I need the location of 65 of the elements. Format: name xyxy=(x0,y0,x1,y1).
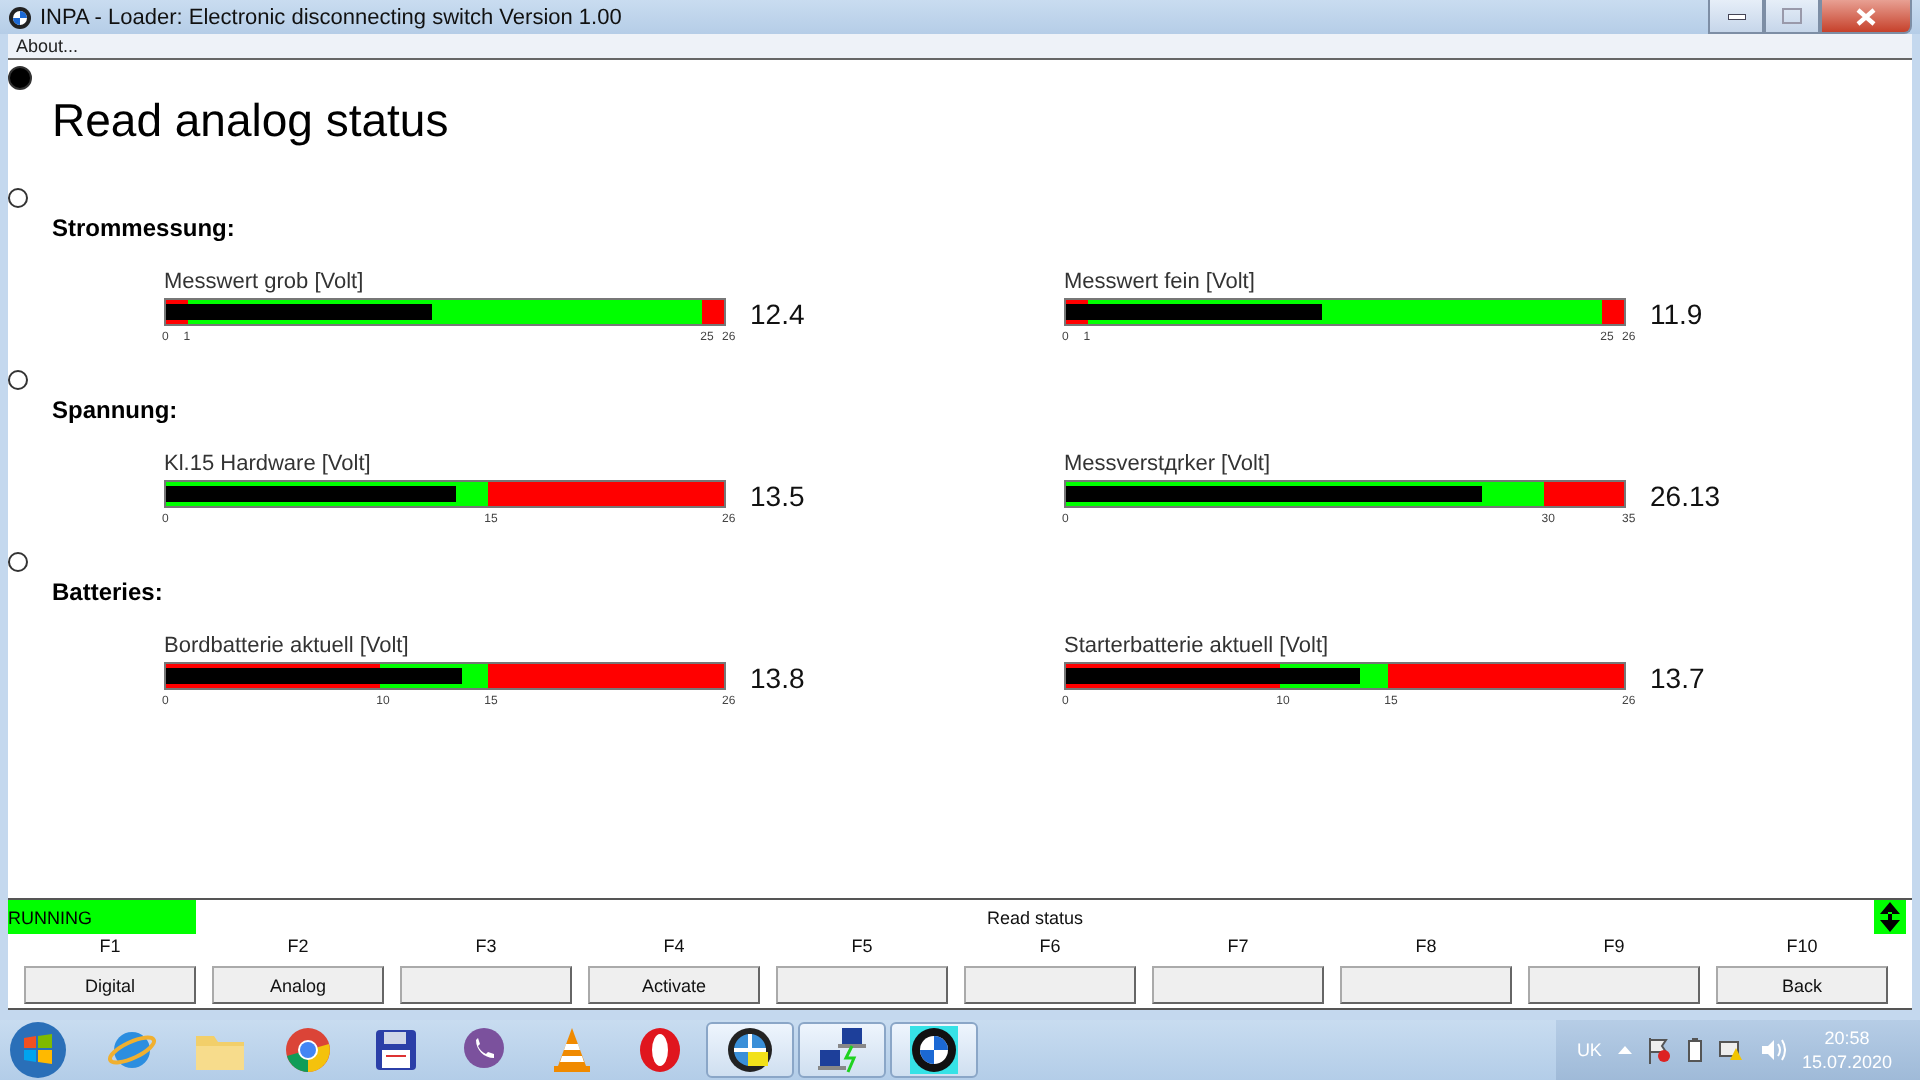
network-icon[interactable] xyxy=(816,1026,868,1074)
status-indicator: RUNNING xyxy=(8,900,196,934)
menu-item[interactable]: About... xyxy=(16,36,79,56)
function-button[interactable] xyxy=(1528,966,1700,1004)
wheel-icon[interactable] xyxy=(726,1026,774,1074)
function-button[interactable] xyxy=(1340,966,1512,1004)
ring-icon[interactable] xyxy=(638,1026,682,1074)
gauge-label: Starterbatterie aktuell [Volt] xyxy=(1064,634,1331,662)
function-button[interactable] xyxy=(776,966,948,1004)
section-title: Batteries: xyxy=(50,578,165,606)
gauge-label: Messwert grob [Volt] xyxy=(164,270,366,298)
function-button[interactable]: Analog xyxy=(212,966,384,1004)
function-key-label: F10 xyxy=(1784,934,1820,960)
function-key-label: F3 xyxy=(473,934,499,960)
function-button[interactable] xyxy=(400,966,572,1004)
status-message: Read status xyxy=(984,907,1086,927)
page-heading: Read analog status xyxy=(50,94,451,150)
function-button[interactable]: Activate xyxy=(588,966,760,1004)
function-key-label: F2 xyxy=(285,934,311,960)
function-key-label: F6 xyxy=(1037,934,1063,960)
radio-button[interactable] xyxy=(8,188,28,208)
maximize-icon xyxy=(1782,8,1802,24)
radio-button[interactable] xyxy=(8,370,28,390)
close-button[interactable] xyxy=(1820,0,1912,34)
function-button[interactable] xyxy=(1152,966,1324,1004)
up-down-arrow-icon[interactable] xyxy=(1874,900,1906,934)
taskbar-button[interactable] xyxy=(798,1022,886,1078)
close-icon xyxy=(1856,7,1876,25)
battery-icon[interactable] xyxy=(1687,1038,1702,1062)
radio-button[interactable] xyxy=(8,552,28,572)
section-title: Spannung: xyxy=(50,396,180,424)
network-icon[interactable] xyxy=(1717,1038,1744,1062)
window-title: INPA - Loader: Electronic disconnecting switch Version 1.00 xyxy=(40,5,624,29)
function-key-label: F7 xyxy=(1225,934,1251,960)
gauge-label: Bordbatterie aktuell [Volt] xyxy=(164,634,411,662)
phone-bubble-icon[interactable] xyxy=(460,1026,508,1074)
minimize-icon xyxy=(1727,13,1745,19)
function-button[interactable]: Digital xyxy=(24,966,196,1004)
gauge-label: Messwert fein [Volt] xyxy=(1064,270,1257,298)
gauge-reading: 12.4 xyxy=(750,298,807,330)
taskbar-button[interactable] xyxy=(890,1022,978,1078)
gauge-label: Kl.15 Hardware [Volt] xyxy=(164,452,373,480)
gauge-reading: 26.13 xyxy=(1650,480,1723,512)
radio-button[interactable] xyxy=(8,66,32,90)
function-key-label: F4 xyxy=(661,934,687,960)
function-button[interactable]: Back xyxy=(1716,966,1888,1004)
gauge-reading: 13.8 xyxy=(750,662,807,694)
function-key-label: F8 xyxy=(1413,934,1439,960)
function-button[interactable] xyxy=(964,966,1136,1004)
taskbar-button[interactable] xyxy=(706,1022,794,1078)
floppy-icon[interactable] xyxy=(374,1028,418,1072)
gauge-reading: 11.9 xyxy=(1650,298,1705,330)
section-title: Strommessung: xyxy=(50,214,237,242)
roundel-icon[interactable] xyxy=(910,1026,958,1074)
ring-icon[interactable] xyxy=(284,1026,332,1074)
flag-icon[interactable] xyxy=(1647,1037,1672,1063)
minimize-button[interactable] xyxy=(1708,0,1764,34)
gauge-label: Messverstдrker [Volt] xyxy=(1064,452,1272,480)
start-button[interactable] xyxy=(8,1020,68,1080)
function-key-label: F9 xyxy=(1601,934,1627,960)
gauge-reading: 13.7 xyxy=(1650,662,1707,694)
gauge-reading: 13.5 xyxy=(750,480,807,512)
function-key-label: F5 xyxy=(849,934,875,960)
function-key-label: F1 xyxy=(97,934,123,960)
roundel-icon xyxy=(8,5,32,29)
